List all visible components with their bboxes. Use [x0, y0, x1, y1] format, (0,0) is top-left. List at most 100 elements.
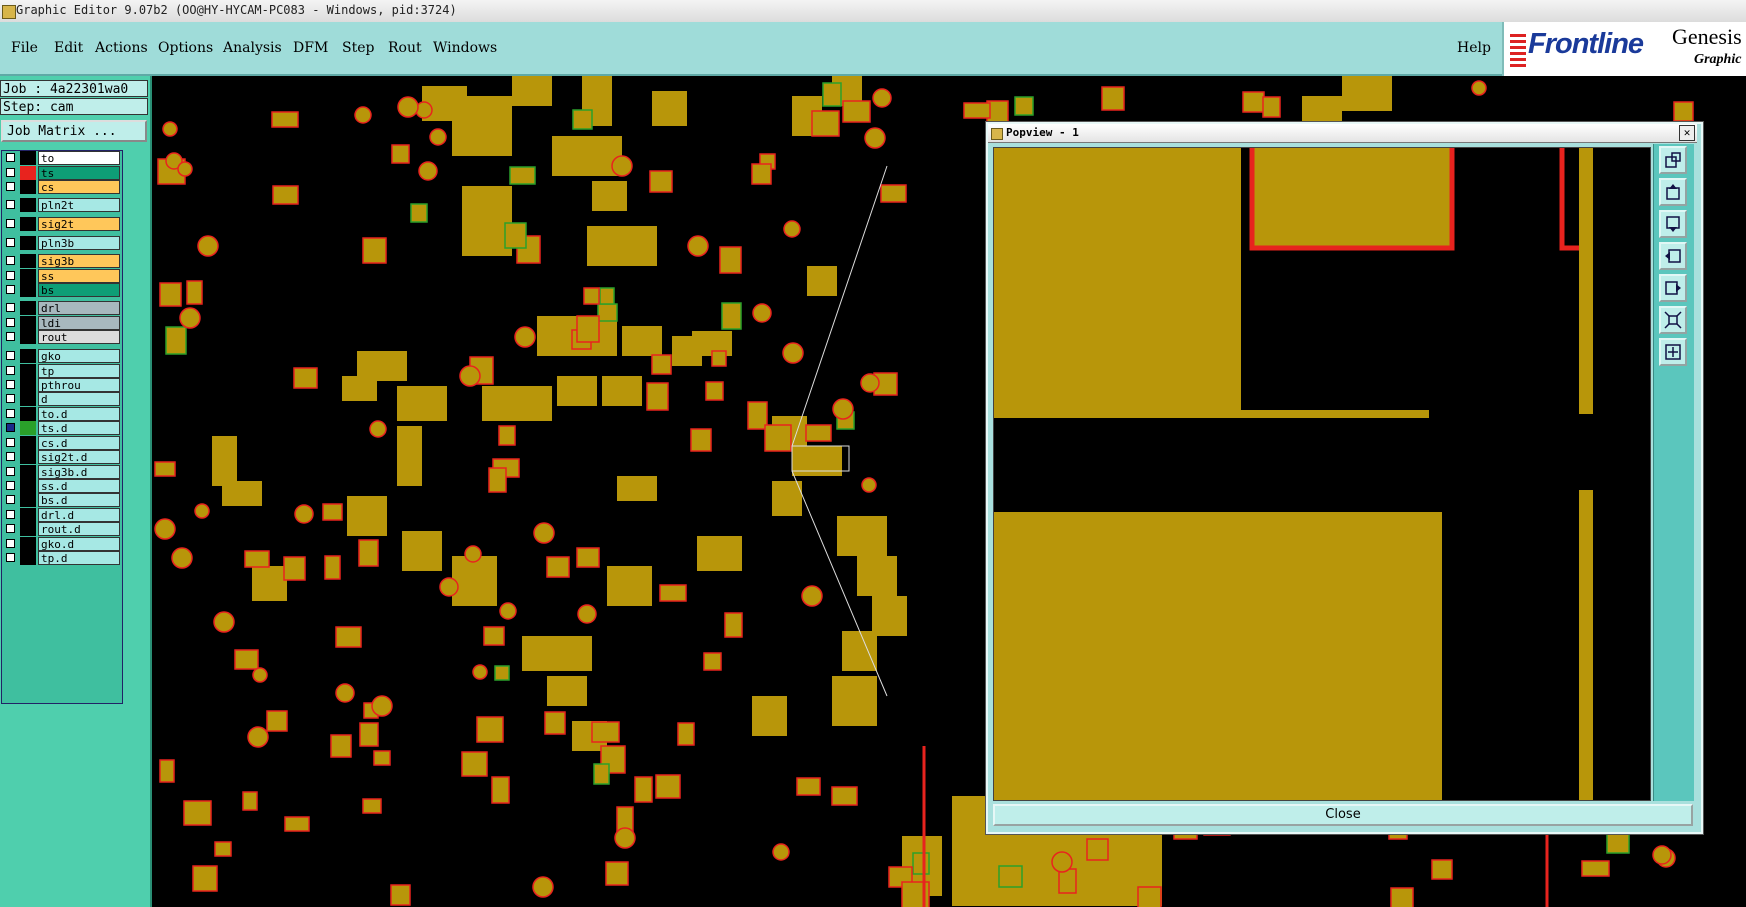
zoom-in-icon[interactable] — [1659, 306, 1687, 334]
layer-name[interactable]: pthrou — [38, 378, 120, 392]
layer-row-pln2t[interactable]: pln2t — [2, 198, 122, 212]
layer-checkbox[interactable] — [6, 219, 15, 228]
layer-color-swatch[interactable] — [20, 465, 36, 479]
layer-row-bs-d[interactable]: bs.d — [2, 493, 122, 507]
layer-name[interactable]: tp — [38, 364, 120, 378]
layer-checkbox[interactable] — [6, 256, 15, 265]
layer-row-ts-d[interactable]: ts.d — [2, 421, 122, 435]
layer-color-swatch[interactable] — [20, 508, 36, 522]
menu-actions[interactable]: Actions — [95, 40, 148, 56]
layer-name[interactable]: sig3b.d — [38, 465, 120, 479]
menu-options[interactable]: Options — [158, 40, 213, 56]
layer-checkbox[interactable] — [6, 238, 15, 247]
layer-row-gko-d[interactable]: gko.d — [2, 537, 122, 551]
layer-row-ss-d[interactable]: ss.d — [2, 479, 122, 493]
layer-row-sig2t[interactable]: sig2t — [2, 217, 122, 231]
layer-name[interactable]: ss — [38, 269, 120, 283]
pan-left-icon[interactable] — [1659, 242, 1687, 270]
layer-name[interactable]: ss.d — [38, 479, 120, 493]
menu-dfm[interactable]: DFM — [293, 40, 328, 56]
layer-checkbox[interactable] — [6, 394, 15, 403]
menu-help[interactable]: Help — [1457, 40, 1491, 56]
layer-checkbox[interactable] — [6, 467, 15, 476]
job-matrix-button[interactable]: Job Matrix ... — [1, 120, 147, 142]
layer-color-swatch[interactable] — [20, 364, 36, 378]
layer-checkbox[interactable] — [6, 409, 15, 418]
layer-checkbox[interactable] — [6, 200, 15, 209]
layer-color-swatch[interactable] — [20, 436, 36, 450]
layer-name[interactable]: ts — [38, 166, 120, 180]
layer-row-drl[interactable]: drl — [2, 301, 122, 315]
layer-name[interactable]: cs.d — [38, 436, 120, 450]
layer-checkbox[interactable] — [6, 423, 15, 432]
layer-row-cs[interactable]: cs — [2, 180, 122, 194]
layer-row-ts[interactable]: ts — [2, 166, 122, 180]
layer-row-sig3b[interactable]: sig3b — [2, 254, 122, 268]
zoom-out-icon[interactable] — [1659, 338, 1687, 366]
layer-checkbox[interactable] — [6, 285, 15, 294]
layer-color-swatch[interactable] — [20, 479, 36, 493]
layer-name[interactable]: gko.d — [38, 537, 120, 551]
layer-color-swatch[interactable] — [20, 537, 36, 551]
layer-row-d[interactable]: d — [2, 392, 122, 406]
layer-name[interactable]: d — [38, 392, 120, 406]
layer-color-swatch[interactable] — [20, 551, 36, 565]
layer-row-ldi[interactable]: ldi — [2, 316, 122, 330]
layer-checkbox[interactable] — [6, 168, 15, 177]
layer-name[interactable]: rout — [38, 330, 120, 344]
layer-color-swatch[interactable] — [20, 450, 36, 464]
layer-checkbox[interactable] — [6, 271, 15, 280]
layer-checkbox[interactable] — [6, 539, 15, 548]
layer-row-rout-d[interactable]: rout.d — [2, 522, 122, 536]
layer-row-tp-d[interactable]: tp.d — [2, 551, 122, 565]
layer-row-sig2t-d[interactable]: sig2t.d — [2, 450, 122, 464]
layer-row-to-d[interactable]: to.d — [2, 407, 122, 421]
layer-checkbox[interactable] — [6, 438, 15, 447]
layer-checkbox[interactable] — [6, 153, 15, 162]
layer-name[interactable]: drl — [38, 301, 120, 315]
layer-name[interactable]: sig2t.d — [38, 450, 120, 464]
layer-row-gko[interactable]: gko — [2, 349, 122, 363]
layer-row-ss[interactable]: ss — [2, 269, 122, 283]
menu-edit[interactable]: Edit — [54, 40, 83, 56]
layer-name[interactable]: sig3b — [38, 254, 120, 268]
layer-color-swatch[interactable] — [20, 330, 36, 344]
layer-checkbox[interactable] — [6, 510, 15, 519]
layer-name[interactable]: to — [38, 151, 120, 165]
layer-name[interactable]: ts.d — [38, 421, 120, 435]
popview-close-icon[interactable]: ✕ — [1679, 125, 1695, 141]
layer-name[interactable]: bs — [38, 283, 120, 297]
layer-name[interactable]: rout.d — [38, 522, 120, 536]
layer-checkbox[interactable] — [6, 481, 15, 490]
layer-checkbox[interactable] — [6, 303, 15, 312]
layer-checkbox[interactable] — [6, 380, 15, 389]
layer-name[interactable]: drl.d — [38, 508, 120, 522]
layer-name[interactable]: sig2t — [38, 217, 120, 231]
layer-name[interactable]: tp.d — [38, 551, 120, 565]
layer-color-swatch[interactable] — [20, 421, 36, 435]
pan-right-icon[interactable] — [1659, 274, 1687, 302]
menu-file[interactable]: File — [11, 40, 38, 56]
zoom-home-icon[interactable] — [1659, 146, 1687, 174]
layer-color-swatch[interactable] — [20, 392, 36, 406]
layer-row-rout[interactable]: rout — [2, 330, 122, 344]
layer-color-swatch[interactable] — [20, 283, 36, 297]
layer-color-swatch[interactable] — [20, 236, 36, 250]
layer-checkbox[interactable] — [6, 553, 15, 562]
layer-row-pthrou[interactable]: pthrou — [2, 378, 122, 392]
layer-name[interactable]: pln3b — [38, 236, 120, 250]
layer-color-swatch[interactable] — [20, 198, 36, 212]
pan-up-icon[interactable] — [1659, 178, 1687, 206]
layer-name[interactable]: cs — [38, 180, 120, 194]
layer-color-swatch[interactable] — [20, 493, 36, 507]
layer-color-swatch[interactable] — [20, 407, 36, 421]
layer-color-swatch[interactable] — [20, 151, 36, 165]
layer-color-swatch[interactable] — [20, 522, 36, 536]
layer-row-to[interactable]: to — [2, 151, 122, 165]
layer-color-swatch[interactable] — [20, 269, 36, 283]
menu-windows[interactable]: Windows — [433, 40, 497, 56]
layer-checkbox[interactable] — [6, 452, 15, 461]
layer-name[interactable]: ldi — [38, 316, 120, 330]
menu-analysis[interactable]: Analysis — [223, 40, 282, 56]
menu-step[interactable]: Step — [342, 40, 374, 56]
